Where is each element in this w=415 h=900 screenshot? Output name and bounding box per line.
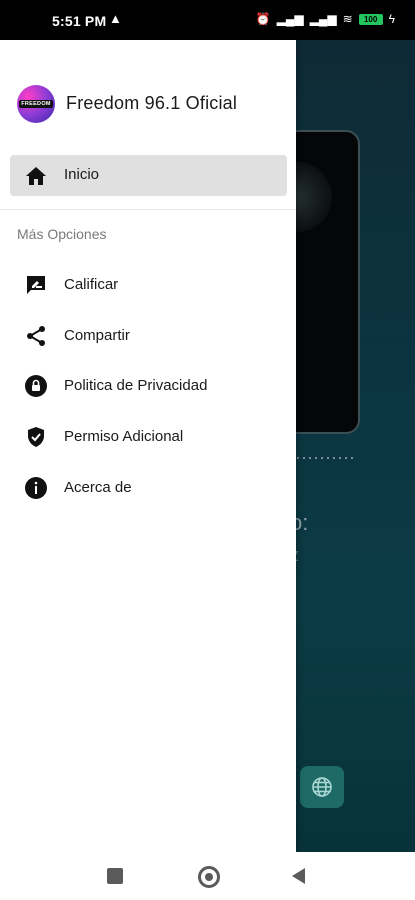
- status-time: 5:51 PM: [52, 13, 107, 29]
- logo-text: FREEDOM: [19, 100, 53, 108]
- menu-item-compartir[interactable]: Compartir: [0, 311, 296, 361]
- battery-icon: 100: [358, 13, 383, 25]
- alarm-off-icon: ⏰: [255, 12, 271, 26]
- menu-item-inicio[interactable]: Inicio: [10, 155, 287, 196]
- recents-button[interactable]: [107, 868, 123, 884]
- menu-item-calificar[interactable]: Calificar: [0, 260, 296, 310]
- signal-icon-2: ▂▄▆: [309, 12, 337, 26]
- app-logo: FREEDOM: [17, 85, 55, 123]
- menu-item-label: Acerca de: [64, 479, 132, 496]
- section-header: Más Opciones: [17, 226, 107, 242]
- drawer-header: FREEDOM Freedom 96.1 Oficial: [0, 40, 296, 150]
- shield-check-icon: [28, 427, 44, 447]
- menu-item-label: Calificar: [64, 276, 119, 293]
- rate-review-icon: [27, 276, 45, 294]
- menu-item-permiso[interactable]: Permiso Adicional: [0, 412, 296, 462]
- home-icon: [26, 167, 46, 185]
- home-button[interactable]: [198, 866, 220, 888]
- signal-icon-1: ▂▄▆: [276, 12, 304, 26]
- menu-item-label: Politica de Privacidad: [64, 377, 208, 394]
- status-icons: ⏰ ▂▄▆ ▂▄▆ ≋ 100 ϟ: [256, 12, 395, 26]
- warning-icon: ▲: [109, 11, 122, 26]
- system-nav-bar: [0, 852, 415, 900]
- back-button[interactable]: [292, 868, 305, 884]
- menu-item-acerca[interactable]: Acerca de: [0, 463, 296, 513]
- status-bar: 5:51 PM ▲ ⏰ ▂▄▆ ▂▄▆ ≋ 100 ϟ: [0, 0, 415, 40]
- menu-item-label: Compartir: [64, 327, 130, 344]
- divider: [0, 209, 296, 210]
- app-title: Freedom 96.1 Oficial: [66, 93, 238, 113]
- info-icon: [25, 477, 47, 499]
- lock-icon: [25, 375, 47, 397]
- globe-icon[interactable]: [300, 766, 344, 808]
- menu-item-label: Inicio: [64, 166, 100, 183]
- share-icon: [27, 326, 45, 346]
- menu-item-label: Permiso Adicional: [64, 428, 184, 445]
- menu-item-privacidad[interactable]: Politica de Privacidad: [0, 361, 296, 411]
- charging-icon: ϟ: [388, 12, 395, 26]
- wifi-icon: ≋: [342, 12, 353, 26]
- navigation-drawer: FREEDOM Freedom 96.1 Oficial Inicio Más …: [0, 40, 296, 852]
